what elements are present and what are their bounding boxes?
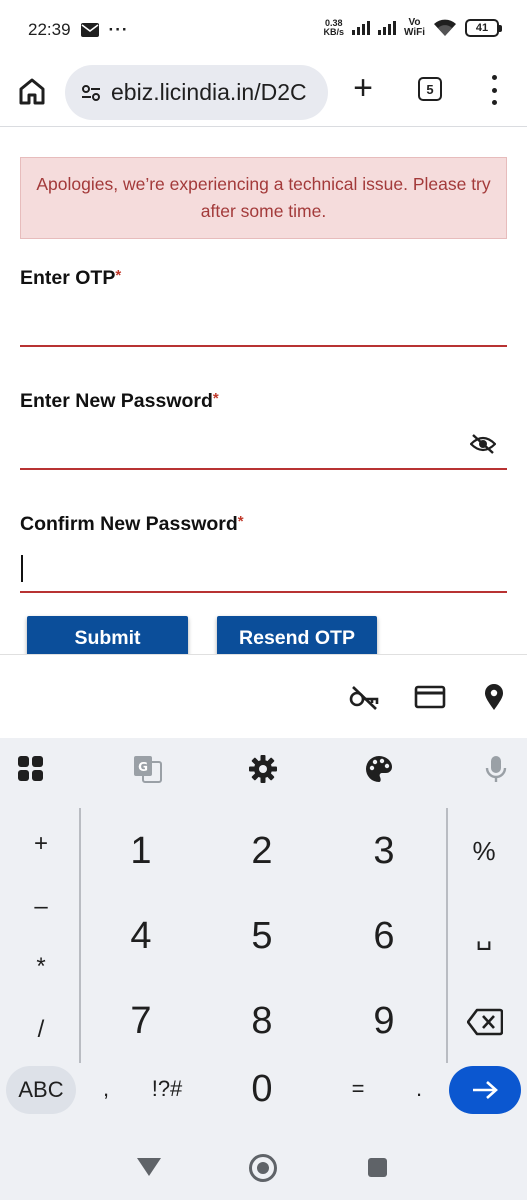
abc-key[interactable]: ABC <box>6 1066 76 1114</box>
backspace-icon[interactable] <box>467 1008 503 1036</box>
autofill-bar <box>0 654 527 738</box>
web-page: Apologies, we’re experiencing a technica… <box>0 127 527 654</box>
new-password-underline <box>20 468 507 470</box>
wifi-icon <box>434 19 456 36</box>
confirm-password-input[interactable] <box>20 549 507 591</box>
key-3[interactable]: 3 <box>344 830 424 873</box>
status-right: 0.38 KB/s Vo WiFi 41 <box>323 18 502 38</box>
key-comma[interactable]: , <box>81 1076 131 1102</box>
otp-label: Enter OTP* <box>20 267 121 290</box>
theme-palette-icon[interactable] <box>364 754 394 784</box>
location-pin-icon[interactable] <box>480 683 512 711</box>
arrow-right-icon <box>473 1081 498 1099</box>
status-bar: 22:39 ··· 0.38 KB/s Vo WiFi 41 <box>0 0 527 60</box>
key-9[interactable]: 9 <box>344 1000 424 1043</box>
key-equals[interactable]: = <box>333 1076 383 1102</box>
apps-grid-icon[interactable] <box>16 754 46 784</box>
vowifi-bottom: WiFi <box>403 27 425 38</box>
keyboard: G + – * / 1 2 3 4 5 6 7 8 9 % ␣ ABC , !?… <box>0 738 527 1200</box>
key-plus[interactable]: + <box>21 830 61 858</box>
settings-gear-icon[interactable] <box>248 754 278 784</box>
home-button-icon[interactable] <box>249 1154 277 1182</box>
network-speed-unit: KB/s <box>323 27 344 37</box>
system-nav-bar <box>0 1136 527 1200</box>
key-space[interactable]: ␣ <box>464 920 504 951</box>
keyboard-separator-right <box>446 808 448 1063</box>
key-minus[interactable]: – <box>21 893 61 921</box>
otp-label-text: Enter OTP <box>20 267 116 289</box>
more-menu-icon[interactable] <box>488 75 500 105</box>
error-alert: Apologies, we’re experiencing a technica… <box>20 157 507 239</box>
home-icon[interactable] <box>17 76 47 106</box>
password-key-off-icon[interactable] <box>349 683 381 711</box>
tab-switcher-button[interactable]: 5 <box>418 77 442 101</box>
eye-off-icon[interactable] <box>470 433 496 455</box>
keyboard-separator-left <box>79 808 81 1063</box>
url-text: ebiz.licindia.in/D2C <box>111 79 307 105</box>
new-password-label: Enter New Password* <box>20 390 219 413</box>
svg-text:G: G <box>138 760 148 774</box>
key-4[interactable]: 4 <box>101 915 181 958</box>
status-time: 22:39 <box>28 20 71 39</box>
key-8[interactable]: 8 <box>222 1000 302 1043</box>
text-cursor <box>21 555 23 582</box>
new-password-input[interactable] <box>20 427 460 467</box>
key-0[interactable]: 0 <box>222 1068 302 1111</box>
translate-icon[interactable]: G <box>133 754 163 784</box>
key-6[interactable]: 6 <box>344 915 424 958</box>
key-symbols[interactable]: !?# <box>142 1076 192 1102</box>
status-left: 22:39 ··· <box>28 20 129 40</box>
recents-icon[interactable] <box>368 1158 387 1177</box>
browser-toolbar: ebiz.licindia.in/D2C + 5 <box>0 60 527 126</box>
signal-strength-icon-1 <box>351 21 370 35</box>
required-mark: * <box>115 267 122 284</box>
key-multiply[interactable]: * <box>21 953 61 981</box>
key-1[interactable]: 1 <box>101 830 181 873</box>
required-mark: * <box>212 390 219 407</box>
keyboard-toolbar: G <box>0 738 527 800</box>
mail-notification-icon <box>80 23 99 37</box>
credit-card-icon[interactable] <box>414 683 446 711</box>
new-password-label-text: Enter New Password <box>20 390 213 412</box>
battery-icon: 41 <box>465 19 502 37</box>
submit-button[interactable]: Submit <box>27 616 188 654</box>
otp-input-underline <box>20 345 507 347</box>
site-settings-icon[interactable] <box>81 83 101 103</box>
required-mark: * <box>237 513 244 530</box>
confirm-password-underline <box>20 591 507 593</box>
address-bar[interactable]: ebiz.licindia.in/D2C <box>65 65 328 120</box>
microphone-icon[interactable] <box>481 754 511 784</box>
confirm-password-label-text: Confirm New Password <box>20 513 238 535</box>
enter-key[interactable] <box>449 1066 521 1114</box>
signal-strength-icon-2 <box>377 21 396 35</box>
more-notifications-icon: ··· <box>108 20 129 39</box>
key-7[interactable]: 7 <box>101 1000 181 1043</box>
key-percent[interactable]: % <box>464 836 504 867</box>
network-speed: 0.38 KB/s <box>323 19 344 37</box>
tab-count: 5 <box>426 81 434 97</box>
battery-level: 41 <box>475 22 489 34</box>
new-tab-icon[interactable]: + <box>348 71 378 105</box>
vowifi-indicator: Vo WiFi <box>404 18 425 38</box>
otp-input[interactable] <box>20 307 507 345</box>
resend-otp-button[interactable]: Resend OTP <box>217 616 377 654</box>
key-divide[interactable]: / <box>21 1016 61 1044</box>
key-5[interactable]: 5 <box>222 915 302 958</box>
key-period[interactable]: . <box>394 1076 444 1102</box>
back-icon[interactable] <box>137 1158 161 1176</box>
key-2[interactable]: 2 <box>222 830 302 873</box>
confirm-password-label: Confirm New Password* <box>20 513 244 536</box>
